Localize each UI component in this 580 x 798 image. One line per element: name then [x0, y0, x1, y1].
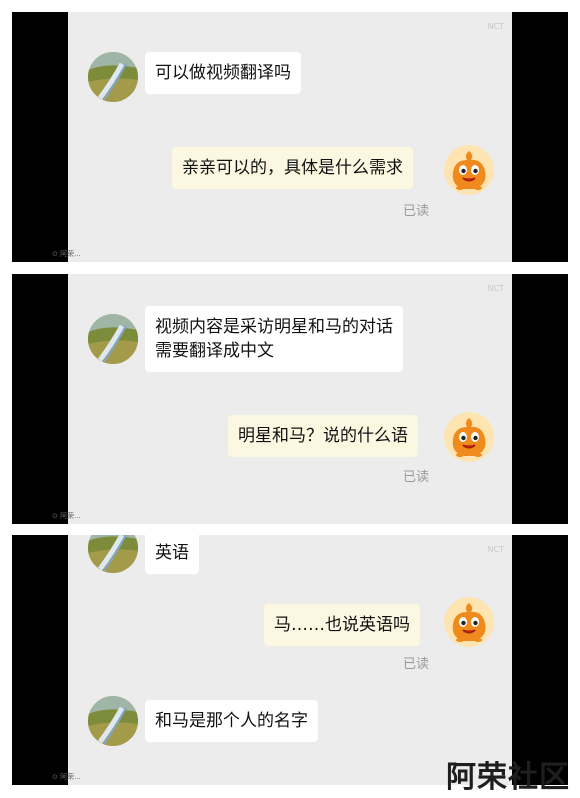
incoming-message[interactable]: 和马是那个人的名字 — [145, 700, 318, 742]
outgoing-message[interactable]: 马……也说英语吗 — [264, 604, 420, 646]
watermark-top: NCT — [487, 545, 504, 554]
read-status: 已读 — [403, 204, 430, 219]
read-status: 已读 — [403, 470, 430, 485]
incoming-message[interactable]: 视频内容是采访明星和马的对话 需要翻译成中文 — [145, 306, 403, 372]
outgoing-message[interactable]: 明星和马？说的什么语 — [228, 415, 418, 457]
chat-area: NCT 英语 马……也说英语吗 已读 和马是那个人的名字 ⊙ 阿荣... — [52, 535, 512, 785]
site-watermark-logo: 阿荣社区 — [446, 760, 570, 795]
user-avatar-icon[interactable] — [88, 696, 138, 746]
outgoing-message[interactable]: 亲亲可以的，具体是什么需求 — [172, 147, 413, 189]
watermark-bottom: ⊙ 阿荣... — [52, 773, 81, 781]
user-avatar-icon[interactable] — [88, 314, 138, 364]
user-avatar-icon[interactable] — [88, 535, 138, 573]
chat-panel-1: NCT 可以做视频翻译吗 亲亲可以的，具体是什么需求 已读 ⊙ 阿荣... — [12, 12, 568, 262]
watermark-top: NCT — [487, 22, 504, 31]
incoming-message[interactable]: 英语 — [145, 535, 199, 574]
watermark-bottom: ⊙ 阿荣... — [52, 250, 81, 258]
watermark-top: NCT — [487, 284, 504, 293]
message-line: 视频内容是采访明星和马的对话 — [155, 317, 393, 337]
read-status: 已读 — [403, 657, 430, 672]
chat-panel-3: NCT 英语 马……也说英语吗 已读 和马是那个人的名字 ⊙ 阿荣... — [12, 535, 568, 785]
service-avatar-icon[interactable] — [444, 145, 494, 195]
chat-area: NCT 可以做视频翻译吗 亲亲可以的，具体是什么需求 已读 ⊙ 阿荣... — [52, 12, 512, 262]
incoming-message[interactable]: 可以做视频翻译吗 — [145, 52, 301, 94]
watermark-bottom: ⊙ 阿荣... — [52, 512, 81, 520]
user-avatar-icon[interactable] — [88, 52, 138, 102]
message-line: 需要翻译成中文 — [155, 341, 274, 361]
service-avatar-icon[interactable] — [444, 597, 494, 647]
chat-panel-2: NCT 视频内容是采访明星和马的对话 需要翻译成中文 明星和马？说的什么语 已读… — [12, 274, 568, 524]
service-avatar-icon[interactable] — [444, 412, 494, 462]
chat-area: NCT 视频内容是采访明星和马的对话 需要翻译成中文 明星和马？说的什么语 已读… — [52, 274, 512, 524]
